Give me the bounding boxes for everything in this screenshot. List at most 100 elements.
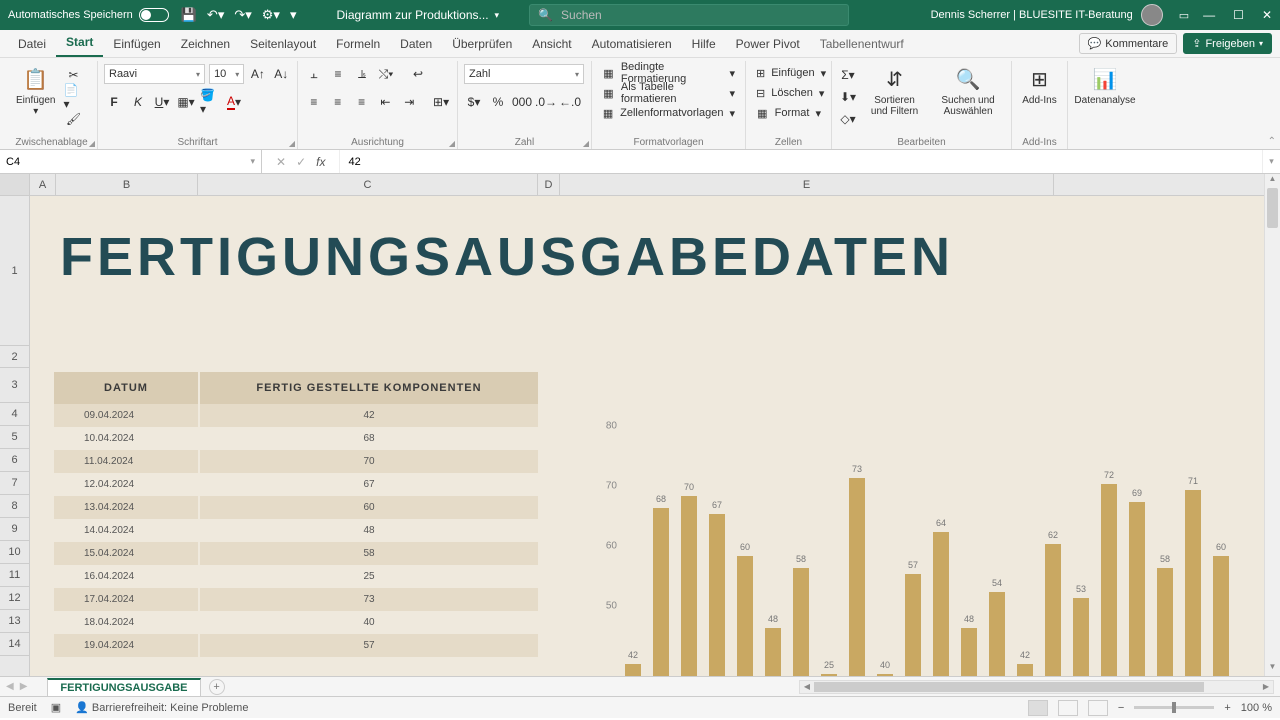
page-break-view-button[interactable]	[1088, 700, 1108, 716]
cell-date[interactable]: 17.04.2024	[54, 588, 200, 611]
format-cells-button[interactable]: ▦Format ▾	[752, 103, 825, 123]
window-layout-icon[interactable]: ▭	[1179, 9, 1189, 22]
dialog-launcher-icon[interactable]: ◢	[583, 139, 589, 148]
accessibility-status[interactable]: 👤 Barrierefreiheit: Keine Probleme	[75, 701, 248, 714]
align-bottom-icon[interactable]: ⫡	[352, 64, 372, 84]
indent-increase-icon[interactable]: ⇥	[399, 92, 419, 112]
select-all-triangle[interactable]	[0, 174, 29, 196]
dialog-launcher-icon[interactable]: ◢	[89, 139, 95, 148]
table-row[interactable]: 15.04.202458	[54, 542, 538, 565]
accounting-icon[interactable]: $▾	[464, 92, 484, 112]
table-row[interactable]: 10.04.202468	[54, 427, 538, 450]
merge-icon[interactable]: ⊞▾	[431, 92, 451, 112]
zoom-level[interactable]: 100 %	[1241, 702, 1272, 714]
tab-review[interactable]: Überprüfen	[442, 31, 522, 57]
chevron-down-icon[interactable]: ▾	[495, 10, 500, 21]
normal-view-button[interactable]	[1028, 700, 1048, 716]
table-row[interactable]: 13.04.202460	[54, 496, 538, 519]
increase-font-icon[interactable]: A↑	[248, 64, 267, 84]
row-header[interactable]: 11	[0, 564, 29, 587]
cell-date[interactable]: 15.04.2024	[54, 542, 200, 565]
copy-icon[interactable]: 📄▾	[63, 87, 83, 107]
sheet-nav-next-icon[interactable]: ▶	[20, 681, 28, 692]
cell-value[interactable]: 48	[200, 519, 538, 542]
table-row[interactable]: 17.04.202473	[54, 588, 538, 611]
quickaccess-icon[interactable]: ⚙▾	[262, 7, 280, 23]
user-account[interactable]: Dennis Scherrer | BLUESITE IT-Beratung ▭	[931, 4, 1190, 26]
scroll-down-icon[interactable]: ▼	[1265, 662, 1280, 676]
clear-icon[interactable]: ◇▾	[838, 109, 858, 129]
sort-filter-button[interactable]: ⇵ Sortieren und Filtern	[862, 63, 927, 135]
table-row[interactable]: 11.04.202470	[54, 450, 538, 473]
bold-button[interactable]: F	[104, 92, 124, 112]
tab-tabledesign[interactable]: Tabellenentwurf	[810, 31, 914, 57]
row-header[interactable]: 1	[0, 196, 29, 346]
chart-bar[interactable]: 62	[1045, 544, 1061, 676]
macro-record-icon[interactable]: ▣	[51, 701, 61, 714]
percent-icon[interactable]: %	[488, 92, 508, 112]
cell-date[interactable]: 18.04.2024	[54, 611, 200, 634]
align-right-icon[interactable]: ≡	[352, 92, 372, 112]
row-header[interactable]: 8	[0, 495, 29, 518]
row-header[interactable]: 3	[0, 368, 29, 403]
zoom-in-button[interactable]: +	[1224, 702, 1230, 714]
tab-insert[interactable]: Einfügen	[103, 31, 170, 57]
name-box-dropdown-icon[interactable]: ▾	[244, 156, 261, 167]
chart-bar[interactable]: 70	[681, 496, 697, 676]
tab-automate[interactable]: Automatisieren	[582, 31, 682, 57]
tab-data[interactable]: Daten	[390, 31, 442, 57]
row-header[interactable]: 6	[0, 449, 29, 472]
align-left-icon[interactable]: ≡	[304, 92, 324, 112]
insert-cells-button[interactable]: ⊞Einfügen ▾	[752, 63, 825, 83]
autosum-icon[interactable]: Σ▾	[838, 65, 858, 85]
scroll-thumb[interactable]	[1267, 188, 1278, 228]
cell-date[interactable]: 12.04.2024	[54, 473, 200, 496]
tab-powerpivot[interactable]: Power Pivot	[726, 31, 810, 57]
hscroll-thumb[interactable]	[814, 682, 1204, 692]
column-header[interactable]: D	[538, 174, 560, 195]
table-row[interactable]: 12.04.202467	[54, 473, 538, 496]
table-row[interactable]: 18.04.202440	[54, 611, 538, 634]
conditional-formatting-button[interactable]: ▦Bedingte Formatierung▾	[598, 63, 739, 83]
tab-formulas[interactable]: Formeln	[326, 31, 390, 57]
tab-view[interactable]: Ansicht	[522, 31, 581, 57]
underline-button[interactable]: U▾	[152, 92, 172, 112]
avatar-icon[interactable]	[1141, 4, 1163, 26]
scroll-right-icon[interactable]: ▶	[1259, 681, 1273, 693]
cut-icon[interactable]: ✂	[63, 65, 83, 85]
search-box[interactable]: 🔍 Suchen	[529, 4, 849, 26]
tab-home[interactable]: Start	[56, 29, 103, 57]
column-header[interactable]: E	[560, 174, 1054, 195]
chart-bar[interactable]: 54	[989, 592, 1005, 676]
dialog-launcher-icon[interactable]: ◢	[449, 139, 455, 148]
data-analysis-button[interactable]: 📊 Datenanalyse	[1074, 63, 1136, 108]
cell-value[interactable]: 60	[200, 496, 538, 519]
tab-file[interactable]: Datei	[8, 31, 56, 57]
cell-value[interactable]: 70	[200, 450, 538, 473]
autosave-toggle[interactable]: Automatisches Speichern	[8, 8, 169, 22]
table-row[interactable]: 14.04.202448	[54, 519, 538, 542]
font-name-combo[interactable]: Raavi▾	[104, 64, 205, 84]
expand-formula-bar-icon[interactable]: ▾	[1262, 150, 1280, 173]
cell-value[interactable]: 57	[200, 634, 538, 657]
cell-value[interactable]: 58	[200, 542, 538, 565]
page-layout-view-button[interactable]	[1058, 700, 1078, 716]
chart-bar[interactable]: 57	[905, 574, 921, 676]
comma-icon[interactable]: 000	[512, 92, 532, 112]
chart-bar[interactable]: 40	[877, 674, 893, 676]
maximize-button[interactable]: ☐	[1233, 8, 1244, 22]
chart-bar[interactable]: 64	[933, 532, 949, 676]
tab-help[interactable]: Hilfe	[682, 31, 726, 57]
cell-date[interactable]: 19.04.2024	[54, 634, 200, 657]
chart-bar[interactable]: 60	[737, 556, 753, 676]
find-select-button[interactable]: 🔍 Suchen und Auswählen	[931, 63, 1005, 135]
chart-bar[interactable]: 69	[1129, 502, 1145, 676]
fx-icon[interactable]: fx	[316, 155, 325, 169]
cell-value[interactable]: 25	[200, 565, 538, 588]
cell-date[interactable]: 14.04.2024	[54, 519, 200, 542]
cell-date[interactable]: 09.04.2024	[54, 404, 200, 427]
cell-value[interactable]: 42	[200, 404, 538, 427]
row-header[interactable]: 9	[0, 518, 29, 541]
zoom-out-button[interactable]: −	[1118, 702, 1124, 714]
tab-layout[interactable]: Seitenlayout	[240, 31, 326, 57]
